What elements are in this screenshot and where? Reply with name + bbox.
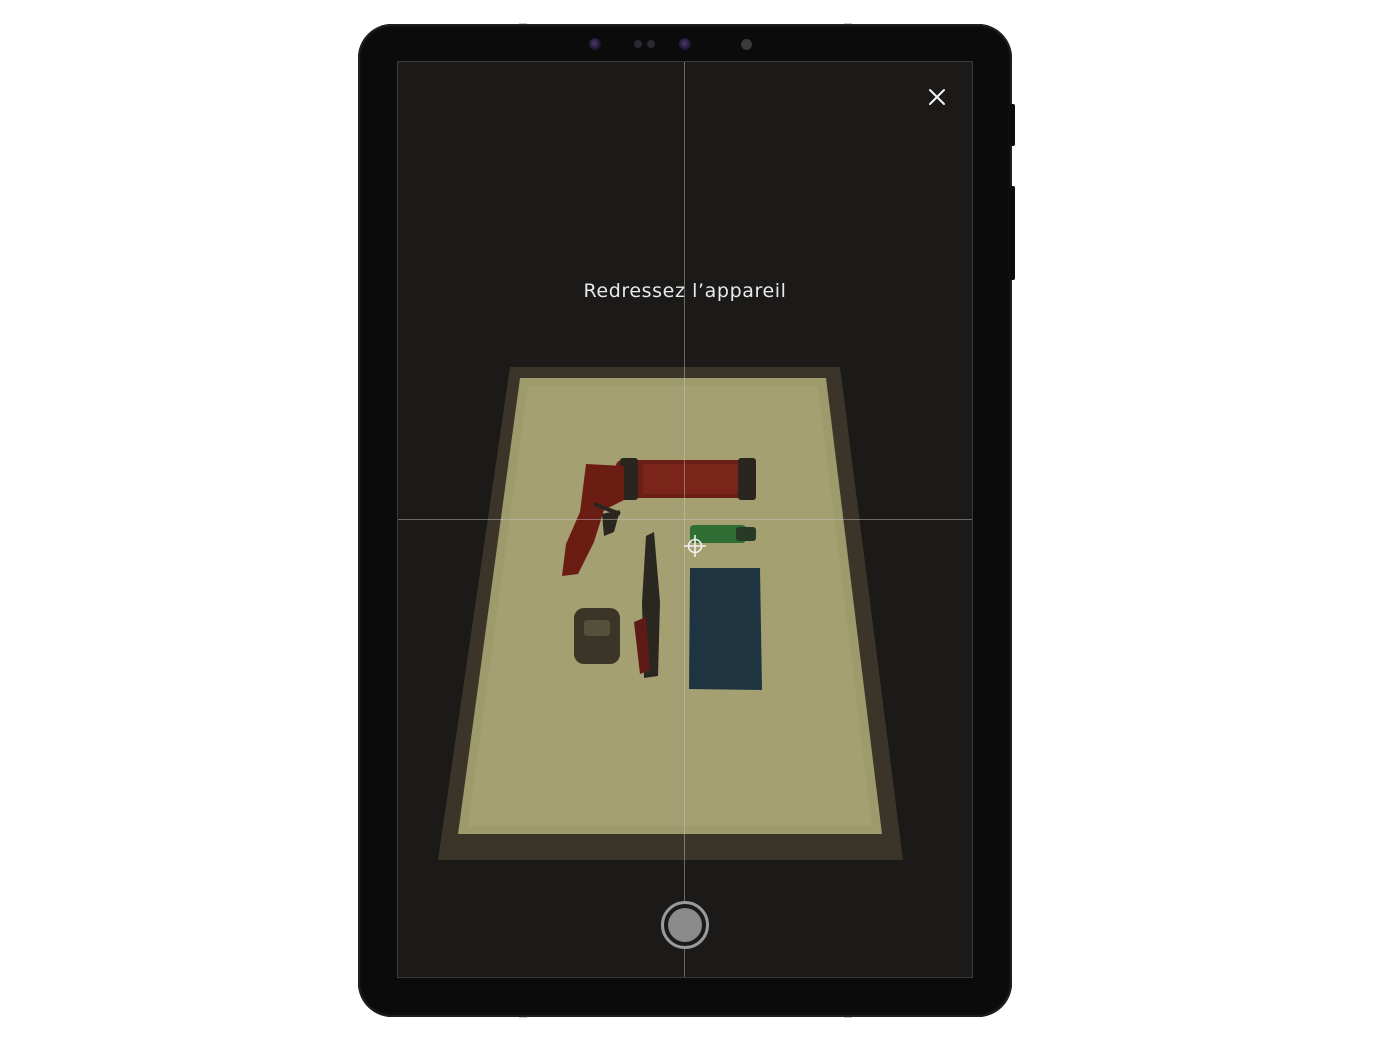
page: Redressez l’appareil (0, 0, 1376, 1040)
proximity-sensor (647, 40, 655, 48)
ambient-light-sensor (741, 39, 752, 50)
power-button (1010, 186, 1015, 280)
volume-button (1010, 104, 1015, 146)
close-button[interactable] (922, 82, 952, 112)
proximity-sensor (634, 40, 642, 48)
shutter-button-core (668, 908, 702, 942)
crosshair-target-icon (683, 534, 707, 558)
close-icon (929, 89, 945, 105)
front-camera-lens (589, 38, 601, 50)
level-instruction: Redressez l’appareil (583, 280, 787, 302)
camera-viewfinder: Redressez l’appareil (397, 61, 973, 978)
front-camera-lens (679, 38, 691, 50)
shutter-button[interactable] (661, 901, 709, 949)
horizontal-guide-line (398, 519, 972, 520)
